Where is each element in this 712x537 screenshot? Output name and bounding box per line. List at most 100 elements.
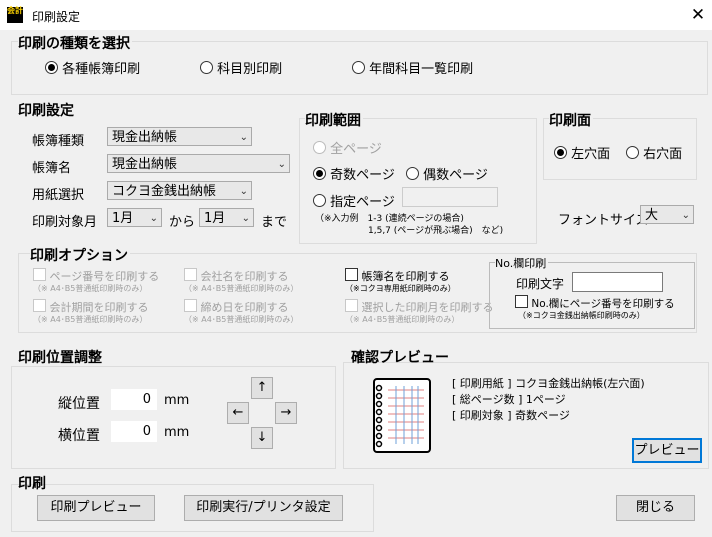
checkbox-selected-month[interactable]: 選択した印刷月を印刷する [345, 299, 494, 315]
checkbox-closing-date[interactable]: 締め日を印刷する [184, 299, 289, 315]
ledger-type-label: 帳簿種類 [32, 134, 85, 149]
radio-indicator [200, 61, 213, 74]
fiscal-period-note: （※ A4･B5普通紙印刷時のみ） [33, 315, 148, 324]
checkbox-label: 会計期間を印刷する [49, 301, 149, 314]
checkbox-label: 締め日を印刷する [200, 301, 289, 314]
move-left-button[interactable]: ← [227, 402, 249, 424]
print-preview-button[interactable]: 印刷プレビュー [37, 495, 155, 521]
window-title: 印刷設定 [32, 10, 81, 24]
print-type-header: 印刷の種類を選択 [18, 33, 132, 53]
preview-paper-line: [ 印刷用紙 ] コクヨ金銭出納帳(左穴面) [452, 377, 645, 390]
radio-specified-pages[interactable]: 指定ページ [313, 191, 395, 210]
vertical-position-label: 縦位置 [58, 396, 100, 412]
checkbox-label: 会社名を印刷する [200, 270, 289, 283]
select-value: 1月 [112, 211, 134, 226]
move-down-button[interactable]: ↓ [251, 427, 273, 449]
ledger-book-icon [370, 378, 432, 454]
ledger-name-select[interactable]: 現金出納帳 ⌄ [107, 154, 290, 173]
closing-date-note: （※ A4･B5普通紙印刷時のみ） [184, 315, 299, 324]
font-size-select[interactable]: 大 ⌄ [640, 205, 694, 224]
ledger-type-select[interactable]: 現金出納帳 ⌄ [107, 127, 252, 146]
no-field-note: （※コクヨ金銭出納帳印刷時のみ） [518, 311, 645, 320]
specified-pages-input[interactable] [402, 187, 498, 207]
no-field-header: No.欄印刷 [495, 255, 549, 271]
chevron-down-icon: ⌄ [239, 186, 248, 197]
ledger-name-label: 帳簿名 [32, 161, 72, 176]
print-text-input[interactable] [572, 272, 663, 292]
paper-select[interactable]: コクヨ金銭出納帳 ⌄ [107, 181, 252, 200]
horizontal-position-input[interactable]: 0 [111, 421, 157, 442]
input-value: 0 [142, 424, 151, 439]
radio-indicator [313, 167, 326, 180]
preview-pages-line: [ 総ページ数 ] 1ページ [452, 393, 566, 406]
preview-button[interactable]: プレビュー [632, 438, 702, 463]
checkbox-company-name[interactable]: 会社名を印刷する [184, 268, 289, 284]
preview-target-line: [ 印刷対象 ] 奇数ページ [452, 409, 570, 422]
radio-label: 全ページ [330, 142, 382, 157]
radio-label: 偶数ページ [423, 168, 488, 183]
radio-indicator [313, 194, 326, 207]
checkbox-indicator [184, 299, 197, 312]
checkbox-label: ページ番号を印刷する [49, 270, 160, 283]
radio-label: 右穴面 [643, 147, 683, 162]
radio-label: 奇数ページ [330, 168, 395, 183]
vertical-unit: mm [164, 393, 190, 408]
company-name-note: （※ A4･B5普通紙印刷時のみ） [184, 284, 299, 293]
range-header: 印刷範囲 [305, 110, 363, 130]
chevron-down-icon: ⌄ [149, 213, 158, 224]
move-right-button[interactable]: → [275, 402, 297, 424]
radio-left-hole[interactable]: 左穴面 [554, 143, 610, 162]
checkbox-label: 選択した印刷月を印刷する [361, 301, 494, 314]
select-value: 大 [645, 208, 659, 223]
horizontal-position-label: 横位置 [58, 428, 100, 444]
radio-annual-print[interactable]: 年間科目一覧印刷 [352, 58, 473, 77]
checkbox-fiscal-period[interactable]: 会計期間を印刷する [33, 299, 149, 315]
title-bar [0, 0, 712, 30]
month-from-select[interactable]: 1月 ⌄ [107, 208, 162, 227]
close-button[interactable]: 閉じる [616, 495, 695, 521]
chevron-down-icon: ⌄ [277, 159, 286, 170]
move-up-button[interactable]: ↑ [251, 377, 273, 399]
radio-odd-pages[interactable]: 奇数ページ [313, 164, 395, 183]
range-example-line2: 1,5,7 (ページが飛ぶ場合) など) [368, 226, 504, 236]
chevron-down-icon: ⌄ [681, 210, 690, 221]
radio-indicator [313, 141, 326, 154]
ledger-name-note: （※コクヨ専用紙印刷時のみ） [345, 284, 456, 293]
checkbox-page-number[interactable]: ページ番号を印刷する [33, 268, 159, 284]
horizontal-unit: mm [164, 425, 190, 440]
checkbox-indicator [184, 268, 197, 281]
print-execute-button[interactable]: 印刷実行/プリンタ設定 [184, 495, 343, 521]
radio-indicator [406, 167, 419, 180]
checkbox-label: No.欄にページ番号を印刷する [531, 298, 675, 310]
to-label: まで [261, 215, 288, 230]
radio-account-print[interactable]: 科目別印刷 [200, 58, 282, 77]
radio-all-pages[interactable]: 全ページ [313, 138, 382, 157]
settings-header: 印刷設定 [18, 103, 74, 119]
chevron-down-icon: ⌄ [241, 213, 250, 224]
select-value: コクヨ金銭出納帳 [112, 184, 217, 199]
print-header: 印刷 [18, 476, 46, 492]
radio-indicator [45, 61, 58, 74]
radio-even-pages[interactable]: 偶数ページ [406, 164, 488, 183]
select-value: 1月 [204, 211, 226, 226]
paper-label: 用紙選択 [32, 188, 85, 203]
month-label: 印刷対象月 [32, 215, 98, 230]
month-to-select[interactable]: 1月 ⌄ [199, 208, 254, 227]
radio-ledger-print[interactable]: 各種帳簿印刷 [45, 58, 140, 77]
window-close-button[interactable]: ✕ [686, 3, 710, 27]
selected-month-note: （※ A4･B5普通紙印刷時のみ） [345, 315, 460, 324]
radio-indicator [626, 146, 639, 159]
side-header: 印刷面 [549, 110, 593, 130]
checkbox-ledger-name[interactable]: 帳簿名を印刷する [345, 268, 450, 284]
checkbox-indicator [345, 299, 358, 312]
font-size-label: フォントサイズ [558, 213, 649, 228]
radio-right-hole[interactable]: 右穴面 [626, 143, 682, 162]
checkbox-label: 帳簿名を印刷する [361, 270, 450, 283]
radio-indicator [352, 61, 365, 74]
chevron-down-icon: ⌄ [239, 132, 248, 143]
checkbox-indicator [33, 299, 46, 312]
checkbox-no-page-number[interactable]: No.欄にページ番号を印刷する [515, 295, 675, 311]
select-value: 現金出納帳 [112, 130, 178, 145]
vertical-position-input[interactable]: 0 [111, 389, 157, 410]
page-number-note: （※ A4･B5普通紙印刷時のみ） [33, 284, 148, 293]
